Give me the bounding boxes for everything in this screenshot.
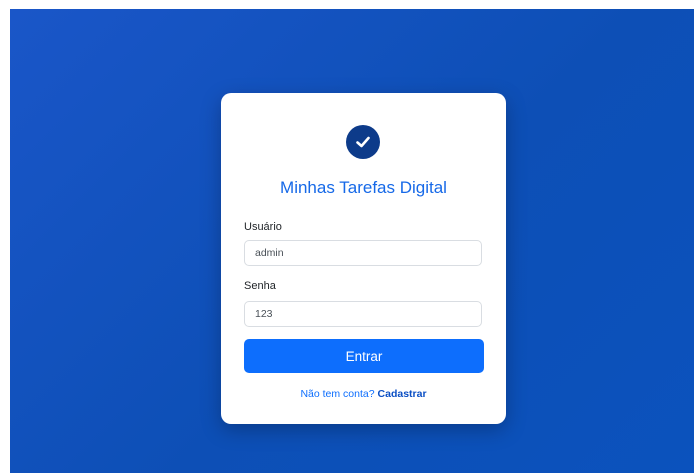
username-label: Usuário bbox=[244, 221, 282, 233]
login-button[interactable]: Entrar bbox=[244, 339, 484, 373]
app-title: Minhas Tarefas Digital bbox=[280, 178, 447, 197]
password-label: Senha bbox=[244, 280, 276, 292]
password-input[interactable] bbox=[244, 301, 482, 327]
signup-prompt-text: Não tem conta? bbox=[300, 388, 375, 400]
signup-prompt: Não tem conta? Cadastrar bbox=[221, 388, 506, 400]
username-input[interactable] bbox=[244, 240, 482, 266]
check-circle-icon bbox=[346, 125, 380, 159]
signup-link[interactable]: Cadastrar bbox=[378, 388, 427, 400]
login-card: Minhas Tarefas Digital Usuário Senha Ent… bbox=[221, 93, 506, 424]
page-background: Minhas Tarefas Digital Usuário Senha Ent… bbox=[10, 9, 694, 473]
